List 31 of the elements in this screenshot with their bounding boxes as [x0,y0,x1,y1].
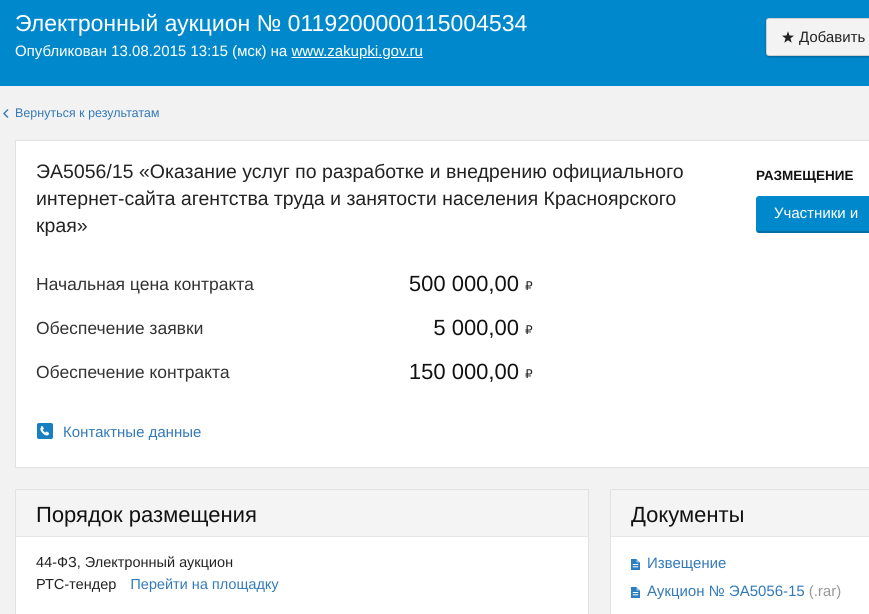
contacts-link[interactable]: Контактные данные [63,424,202,441]
panel-title: Документы [631,502,744,528]
auction-title: Электронный аукцион № 0119200000115004534 [15,9,528,38]
document-icon [631,586,640,598]
price-label: Обеспечение заявки [36,318,204,338]
phone-icon [37,423,53,439]
purchase-title: ЭА5056/15 «Оказание услуг по разработке и внедрению официального интернет-сайта агентства труда и занятости населения Красноярского края» [36,160,685,239]
document-link[interactable]: Извещение [647,553,726,575]
back-link[interactable]: Вернуться к результатам [3,106,160,120]
placement-heading: РАЗМЕЩЕНИЕ [756,167,854,185]
procurement-law: 44-ФЗ, Электронный аукцион [36,554,234,573]
platform-link[interactable]: Перейти на площадку [130,577,279,593]
price-label: Обеспечение контракта [36,362,230,382]
document-link[interactable]: Аукцион № ЭА5056-15 [647,581,805,603]
panel-title: Порядок размещения [36,502,257,528]
source-link[interactable]: www.zakupki.gov.ru [291,43,423,60]
add-favorite-button[interactable]: Добавить [766,18,869,56]
price-value: 5 000,00 [433,315,519,341]
price-label: Начальная цена контракта [36,274,254,294]
price-value: 500 000,00 [408,271,519,297]
currency-sign: ₽ [525,323,533,337]
currency-sign: ₽ [525,279,533,293]
document-icon [631,558,640,570]
platform-name: РТС-тендер [36,577,116,593]
participants-button[interactable]: Участники и [756,196,869,233]
chevron-left-icon [3,108,9,118]
publication-info: Опубликован 13.08.2015 13:15 (мск) на www.zakupki.gov.ru [15,42,424,62]
file-extension: (.rar) [808,582,842,602]
price-value: 150 000,00 [408,359,519,385]
currency-sign: ₽ [525,367,533,381]
star-icon [782,31,794,43]
